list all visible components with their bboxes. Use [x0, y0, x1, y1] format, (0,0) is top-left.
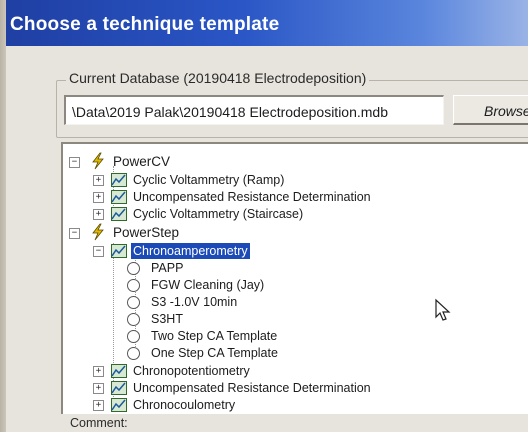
database-group-label: Current Database (20190418 Electrodeposi… — [66, 70, 370, 86]
collapse-icon[interactable]: − — [69, 157, 80, 168]
template-label: S3HT — [151, 312, 183, 326]
tree-group-label: PowerStep — [113, 225, 180, 240]
template-label: One Step CA Template — [151, 346, 278, 360]
expand-icon[interactable]: + — [93, 192, 104, 203]
chart-icon — [111, 364, 127, 378]
expand-icon[interactable]: + — [93, 209, 104, 220]
chart-icon — [111, 207, 127, 221]
radio-icon[interactable] — [127, 262, 140, 275]
tree-item-label: Chronocoulometry — [133, 398, 236, 412]
comment-area[interactable] — [61, 414, 528, 432]
template-dialog: Choose a technique template Current Data… — [6, 0, 528, 432]
technique-tree[interactable]: − PowerCV + Cyclic Voltammetry (Ramp) + … — [61, 142, 528, 416]
title-bar[interactable]: Choose a technique template — [6, 0, 528, 46]
tree-item-label: Cyclic Voltammetry (Ramp) — [133, 173, 285, 187]
tree-item-label-selected: Chronoamperometry — [131, 243, 250, 259]
browse-button[interactable]: Browse... — [453, 95, 528, 125]
comment-label: Comment: — [70, 416, 128, 430]
tree-item-label: Uncompensated Resistance Determination — [133, 381, 371, 395]
radio-icon[interactable] — [127, 279, 140, 292]
tree-group-label: PowerCV — [113, 154, 171, 169]
expand-icon[interactable]: + — [93, 400, 104, 411]
chart-icon — [111, 398, 127, 412]
chart-icon — [111, 190, 127, 204]
collapse-icon[interactable]: − — [93, 246, 104, 257]
template-label: Two Step CA Template — [151, 329, 278, 343]
radio-icon[interactable] — [127, 347, 140, 360]
tree-line-powerstep — [113, 243, 114, 403]
bolt-icon — [92, 223, 104, 241]
expand-icon[interactable]: + — [93, 383, 104, 394]
tree-item-label: Cyclic Voltammetry (Staircase) — [133, 207, 304, 221]
dialog-title: Choose a technique template — [10, 14, 280, 35]
radio-icon[interactable] — [127, 330, 140, 343]
mouse-cursor-icon — [435, 298, 451, 321]
radio-icon[interactable] — [127, 313, 140, 326]
expand-icon[interactable]: + — [93, 366, 104, 377]
template-label: S3 -1.0V 10min — [151, 295, 238, 309]
radio-icon[interactable] — [127, 296, 140, 309]
tree-item-label: Chronopotentiometry — [133, 364, 250, 378]
collapse-icon[interactable]: − — [69, 228, 80, 239]
chart-icon — [111, 173, 127, 187]
tree-item-label: Uncompensated Resistance Determination — [133, 190, 371, 204]
chart-icon — [111, 381, 127, 395]
expand-icon[interactable]: + — [93, 175, 104, 186]
template-label: PAPP — [151, 261, 184, 275]
database-path-field[interactable]: \Data\2019 Palak\20190418 Electrodeposit… — [64, 95, 444, 125]
bolt-icon — [92, 152, 104, 170]
chart-icon — [111, 244, 127, 258]
template-label: FGW Cleaning (Jay) — [151, 278, 265, 292]
